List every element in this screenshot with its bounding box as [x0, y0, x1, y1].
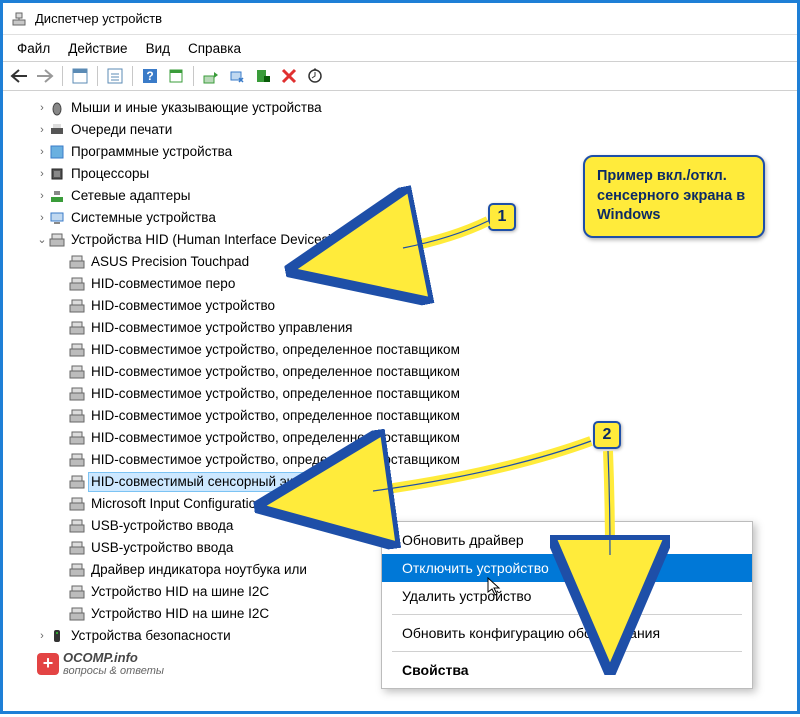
- menu-help[interactable]: Справка: [180, 38, 249, 59]
- tree-item[interactable]: HID-совместимое устройство управления: [7, 317, 793, 339]
- hid-device-icon: [69, 254, 85, 270]
- hid-device-icon: [69, 298, 85, 314]
- annotation-badge-2: 2: [593, 421, 621, 449]
- menu-action[interactable]: Действие: [60, 38, 135, 59]
- tree-item[interactable]: HID-совместимое устройство, определенное…: [7, 405, 793, 427]
- help-button[interactable]: ?: [138, 64, 162, 88]
- scan-hardware-button[interactable]: [303, 64, 327, 88]
- hid-icon: [49, 232, 65, 248]
- watermark-icon: +: [37, 653, 59, 675]
- show-hidden-button[interactable]: [68, 64, 92, 88]
- network-icon: [49, 188, 65, 204]
- hid-device-icon: [69, 408, 85, 424]
- back-button[interactable]: [7, 64, 31, 88]
- hid-device-icon: [69, 562, 85, 578]
- context-menu: Обновить драйвер Отключить устройство Уд…: [381, 521, 753, 689]
- tree-item[interactable]: Microsoft Input Configuration Device: [7, 493, 793, 515]
- hid-device-icon: [69, 364, 85, 380]
- window-title: Диспетчер устройств: [35, 11, 162, 26]
- watermark-sub: вопросы & ответы: [63, 665, 164, 677]
- disable-device-button[interactable]: [225, 64, 249, 88]
- separator: [392, 651, 742, 652]
- hid-device-icon: [69, 430, 85, 446]
- expand-icon[interactable]: ›: [35, 123, 49, 138]
- ctx-update-driver[interactable]: Обновить драйвер: [382, 526, 752, 554]
- forward-button[interactable]: [33, 64, 57, 88]
- hid-device-icon: [69, 496, 85, 512]
- security-icon: [49, 628, 65, 644]
- tree-item[interactable]: HID-совместимое перо: [7, 273, 793, 295]
- menubar: Файл Действие Вид Справка: [3, 35, 797, 61]
- tree-item-selected[interactable]: HID-совместимый сенсорный экран: [7, 471, 793, 493]
- ctx-scan-hardware[interactable]: Обновить конфигурацию оборудования: [382, 619, 752, 647]
- uninstall-button[interactable]: [277, 64, 301, 88]
- menu-file[interactable]: Файл: [9, 38, 58, 59]
- hid-device-icon: [69, 540, 85, 556]
- hid-device-icon: [69, 452, 85, 468]
- titlebar: Диспетчер устройств: [3, 3, 797, 35]
- mouse-icon: [49, 100, 65, 116]
- cpu-icon: [49, 166, 65, 182]
- device-manager-icon: [11, 11, 27, 27]
- hid-device-icon: [69, 474, 85, 490]
- scan-button[interactable]: [164, 64, 188, 88]
- annotation-badge-1: 1: [488, 203, 516, 231]
- hid-device-icon: [69, 342, 85, 358]
- svg-text:?: ?: [146, 69, 153, 83]
- ctx-properties[interactable]: Свойства: [382, 656, 752, 684]
- software-icon: [49, 144, 65, 160]
- tree-item[interactable]: HID-совместимое устройство, определенное…: [7, 361, 793, 383]
- tree-item[interactable]: HID-совместимое устройство, определенное…: [7, 339, 793, 361]
- collapse-icon[interactable]: ⌄: [35, 233, 49, 248]
- expand-icon[interactable]: ›: [35, 189, 49, 204]
- expand-icon[interactable]: ›: [35, 167, 49, 182]
- watermark-brand: OCOMP.info: [63, 650, 164, 665]
- enable-device-button[interactable]: [251, 64, 275, 88]
- properties-button[interactable]: [103, 64, 127, 88]
- printer-icon: [49, 122, 65, 138]
- cursor-icon: [487, 577, 501, 597]
- hid-device-icon: [69, 320, 85, 336]
- menu-view[interactable]: Вид: [138, 38, 178, 59]
- expand-icon[interactable]: ›: [35, 145, 49, 160]
- tree-item[interactable]: HID-совместимое устройство, определенное…: [7, 427, 793, 449]
- update-driver-button[interactable]: [199, 64, 223, 88]
- hid-device-icon: [69, 386, 85, 402]
- tree-item[interactable]: HID-совместимое устройство: [7, 295, 793, 317]
- expand-icon[interactable]: ›: [35, 101, 49, 116]
- hid-device-icon: [69, 276, 85, 292]
- expand-icon[interactable]: ›: [35, 629, 49, 644]
- expand-icon[interactable]: ›: [35, 211, 49, 226]
- watermark: + OCOMP.info вопросы & ответы: [37, 650, 164, 677]
- ctx-uninstall-device[interactable]: Удалить устройство: [382, 582, 752, 610]
- hid-device-icon: [69, 606, 85, 622]
- hid-device-icon: [69, 518, 85, 534]
- tree-item[interactable]: ASUS Precision Touchpad: [7, 251, 793, 273]
- separator: [392, 614, 742, 615]
- annotation-callout: Пример вкл./откл. сенсерного экрана в Wi…: [583, 155, 765, 238]
- system-icon: [49, 210, 65, 226]
- toolbar: ?: [3, 61, 797, 91]
- tree-node-mice[interactable]: ›Мыши и иные указывающие устройства: [7, 97, 793, 119]
- ctx-disable-device[interactable]: Отключить устройство: [382, 554, 752, 582]
- hid-device-icon: [69, 584, 85, 600]
- tree-item[interactable]: HID-совместимое устройство, определенное…: [7, 449, 793, 471]
- tree-node-print[interactable]: ›Очереди печати: [7, 119, 793, 141]
- tree-item[interactable]: HID-совместимое устройство, определенное…: [7, 383, 793, 405]
